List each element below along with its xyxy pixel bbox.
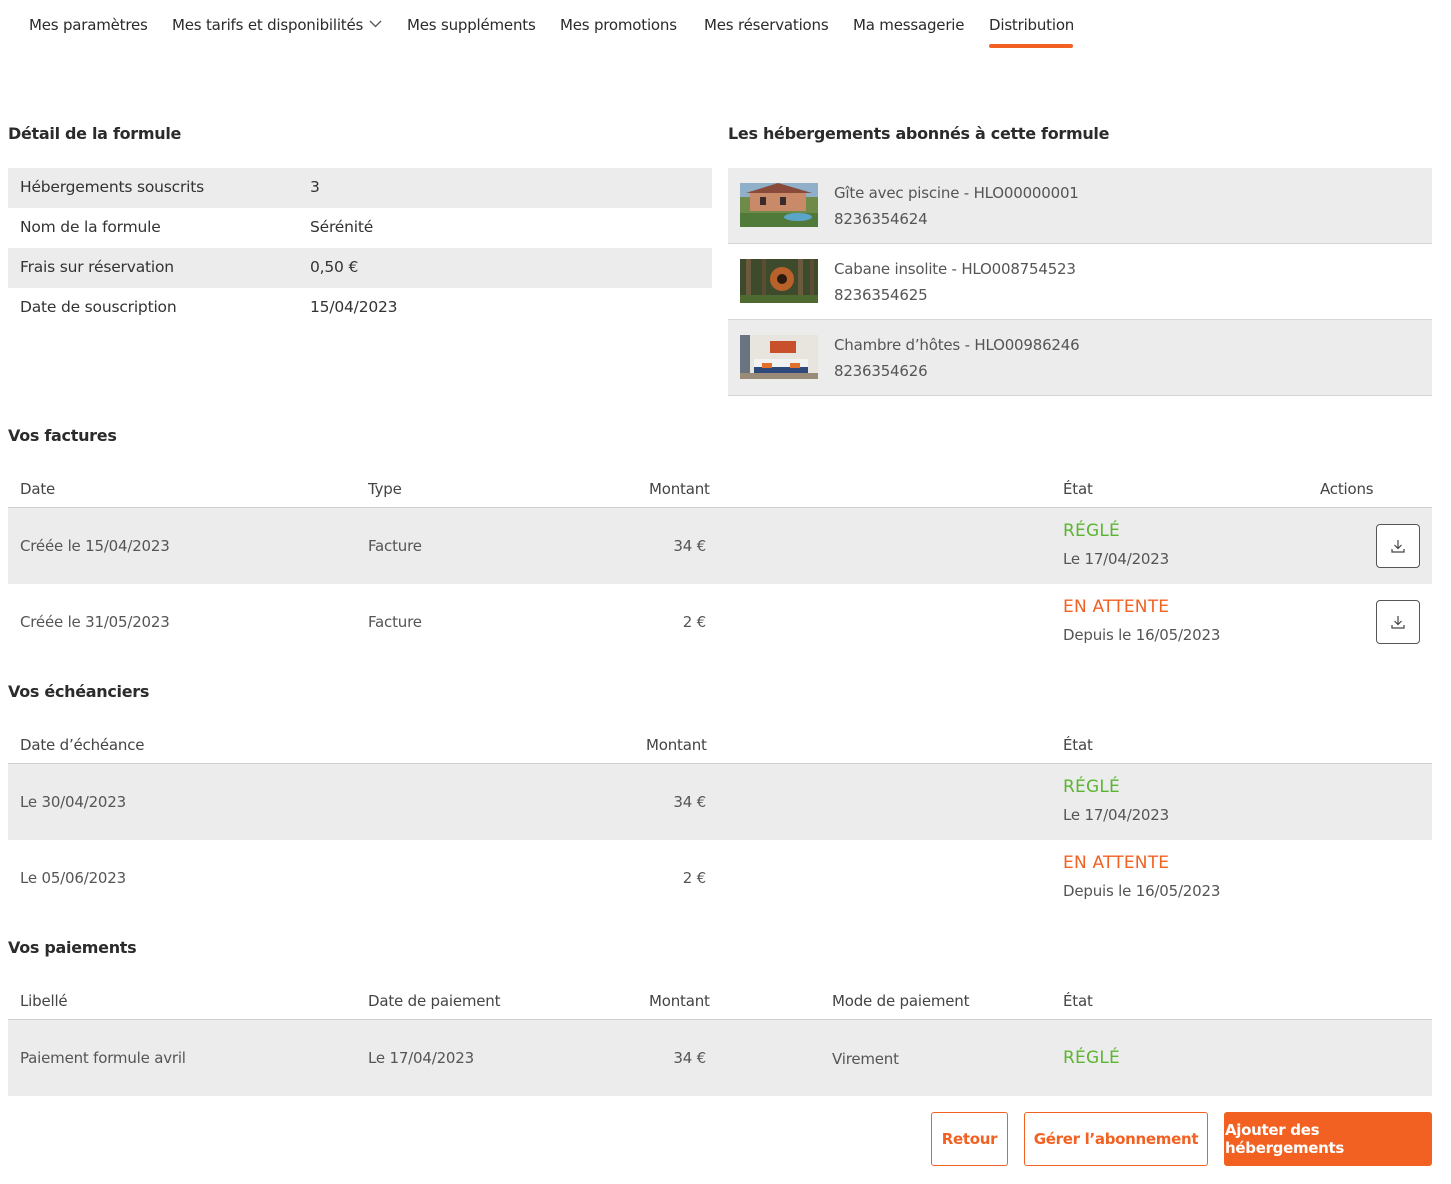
payments-header-state: État (1063, 992, 1093, 1010)
nav-item-promotions[interactable]: Mes promotions (560, 16, 677, 48)
invoices-header-date: Date (20, 480, 56, 498)
accommodation-name: Gîte avec piscine - HLO00000001 (834, 184, 1079, 202)
schedule-due-date: Le 05/06/2023 (20, 869, 126, 887)
payments-title: Vos paiements (8, 938, 137, 957)
status-badge: RÉGLÉ (1063, 777, 1120, 797)
invoices-title: Vos factures (8, 426, 117, 445)
detail-value: Sérénité (310, 218, 374, 236)
status-date: Depuis le 16/05/2023 (1063, 626, 1221, 644)
accommodation-thumbnail (740, 335, 818, 379)
schedules-header-state: État (1063, 736, 1093, 754)
download-icon (1391, 616, 1405, 629)
chevron-down-icon (369, 20, 382, 28)
accommodation-row[interactable]: Chambre d’hôtes - HLO00986246 8236354626 (728, 320, 1432, 396)
detail-value: 15/04/2023 (310, 298, 398, 316)
payment-date: Le 17/04/2023 (368, 1049, 474, 1067)
detail-row: Hébergements souscrits 3 (8, 168, 712, 208)
invoice-date: Créée le 31/05/2023 (20, 613, 170, 631)
status-badge: EN ATTENTE (1063, 853, 1170, 873)
accommodation-ref: 8236354625 (834, 286, 928, 304)
table-row: Créée le 15/04/2023 Facture 34 € RÉGLÉ L… (8, 508, 1432, 584)
accommodation-row[interactable]: Cabane insolite - HLO008754523 823635462… (728, 244, 1432, 320)
accommodation-thumbnail (740, 259, 818, 303)
schedule-amount: 34 € (673, 793, 706, 811)
payment-mode: Virement (832, 1050, 899, 1068)
detail-key: Nom de la formule (20, 218, 161, 236)
payments-header-label: Libellé (20, 992, 68, 1010)
nav-item-parametres[interactable]: Mes paramètres (29, 16, 148, 48)
formula-detail-title: Détail de la formule (8, 124, 182, 143)
invoice-amount: 34 € (673, 537, 706, 555)
accommodation-row[interactable]: Gîte avec piscine - HLO00000001 82363546… (728, 168, 1432, 244)
payment-amount: 34 € (673, 1049, 706, 1067)
nav-item-messagerie[interactable]: Ma messagerie (853, 16, 964, 48)
accommodation-name: Cabane insolite - HLO008754523 (834, 260, 1076, 278)
invoice-amount: 2 € (682, 613, 706, 631)
back-button[interactable]: Retour (931, 1112, 1008, 1166)
detail-row: Date de souscription 15/04/2023 (8, 288, 712, 328)
add-accommodations-button[interactable]: Ajouter des hébergements (1224, 1112, 1432, 1166)
nav-item-label: Mes paramètres (29, 16, 148, 34)
download-button[interactable] (1376, 524, 1420, 568)
nav-item-tarifs[interactable]: Mes tarifs et disponibilités (172, 16, 382, 48)
table-row: Le 05/06/2023 2 € EN ATTENTE Depuis le 1… (8, 840, 1432, 916)
nav-item-label: Mes promotions (560, 16, 677, 34)
invoices-header-type: Type (368, 480, 402, 498)
status-badge: RÉGLÉ (1063, 1048, 1120, 1068)
nav-item-label: Ma messagerie (853, 16, 965, 34)
schedules-title: Vos échéanciers (8, 682, 150, 701)
detail-key: Date de souscription (20, 298, 177, 316)
invoice-date: Créée le 15/04/2023 (20, 537, 170, 555)
invoices-header-state: État (1063, 480, 1093, 498)
accommodation-name: Chambre d’hôtes - HLO00986246 (834, 336, 1080, 354)
detail-key: Hébergements souscrits (20, 178, 204, 196)
nav-item-label: Mes suppléments (407, 16, 536, 34)
table-row: Créée le 31/05/2023 Facture 2 € EN ATTEN… (8, 584, 1432, 660)
detail-value: 3 (310, 178, 320, 196)
table-row: Paiement formule avril Le 17/04/2023 34 … (8, 1020, 1432, 1096)
accommodation-ref: 8236354626 (834, 362, 928, 380)
schedules-header-due-date: Date d’échéance (20, 736, 145, 754)
invoice-type: Facture (368, 537, 422, 555)
payment-label: Paiement formule avril (20, 1049, 186, 1067)
status-badge: RÉGLÉ (1063, 521, 1120, 541)
accommodation-thumbnail (740, 183, 818, 227)
nav-item-reservations[interactable]: Mes réservations (704, 16, 829, 48)
payments-header-date: Date de paiement (368, 992, 501, 1010)
payments-header-amount: Montant (649, 992, 710, 1010)
manage-subscription-button[interactable]: Gérer l’abonnement (1024, 1112, 1208, 1166)
nav-item-label: Mes réservations (704, 16, 829, 34)
detail-value: 0,50 € (310, 258, 359, 276)
status-badge: EN ATTENTE (1063, 597, 1170, 617)
schedule-due-date: Le 30/04/2023 (20, 793, 126, 811)
nav-item-label: Mes tarifs et disponibilités (172, 16, 364, 34)
status-date: Le 17/04/2023 (1063, 806, 1169, 824)
accommodation-ref: 8236354624 (834, 210, 928, 228)
invoices-header-amount: Montant (649, 480, 710, 498)
status-date: Depuis le 16/05/2023 (1063, 882, 1221, 900)
status-date: Le 17/04/2023 (1063, 550, 1169, 568)
nav-item-distribution[interactable]: Distribution (989, 16, 1075, 48)
download-button[interactable] (1376, 600, 1420, 644)
nav-item-supplements[interactable]: Mes suppléments (407, 16, 536, 48)
invoice-type: Facture (368, 613, 422, 631)
detail-key: Frais sur réservation (20, 258, 174, 276)
download-icon (1391, 540, 1405, 553)
table-row: Le 30/04/2023 34 € RÉGLÉ Le 17/04/2023 (8, 764, 1432, 840)
schedule-amount: 2 € (682, 869, 706, 887)
detail-row: Frais sur réservation 0,50 € (8, 248, 712, 288)
invoices-header-actions: Actions (1320, 480, 1374, 498)
top-navigation: Mes paramètres Mes tarifs et disponibili… (0, 0, 1451, 48)
payments-header-mode: Mode de paiement (832, 992, 970, 1010)
subscribed-title: Les hébergements abonnés à cette formule (728, 124, 1110, 143)
detail-row: Nom de la formule Sérénité (8, 208, 712, 248)
nav-item-label: Distribution (989, 16, 1075, 34)
schedules-header-amount: Montant (646, 736, 707, 754)
